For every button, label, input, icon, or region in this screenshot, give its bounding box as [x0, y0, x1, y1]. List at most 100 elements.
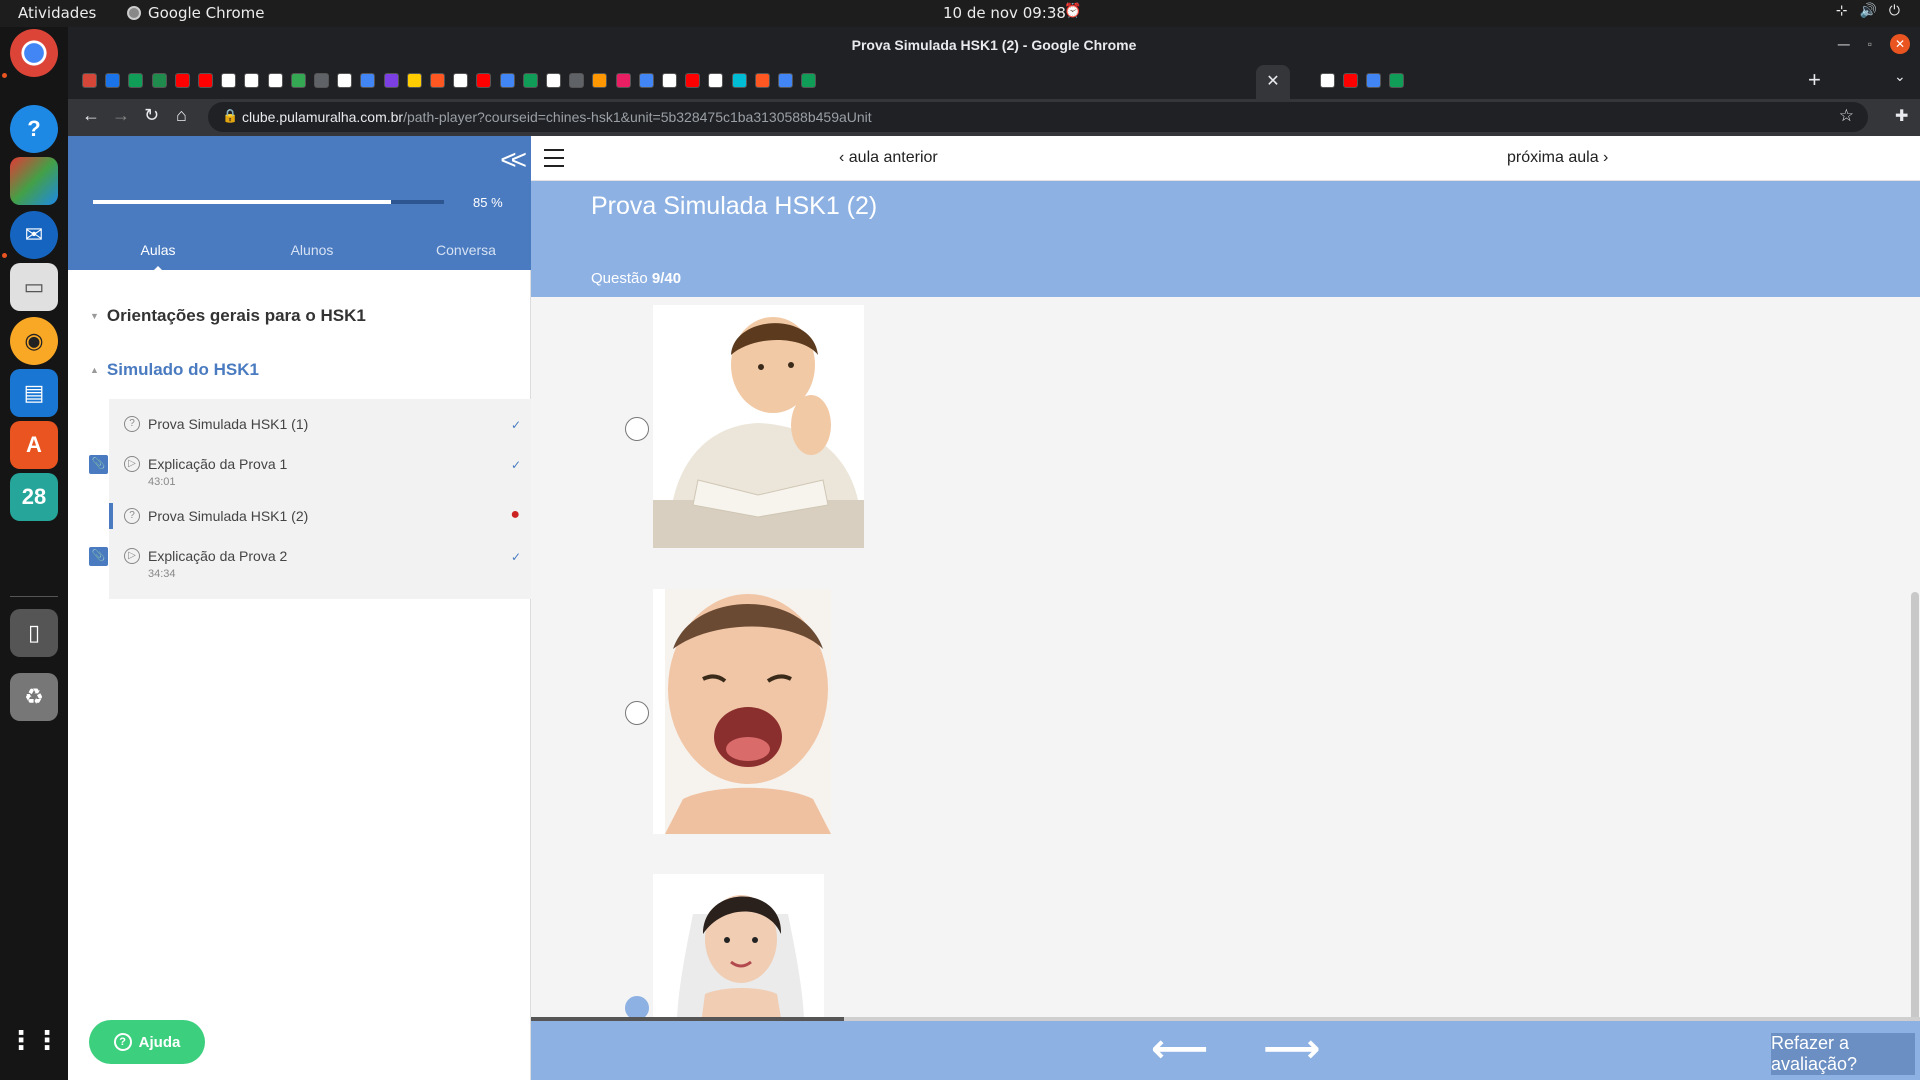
tab-aulas[interactable]: Aulas — [103, 242, 213, 272]
help-button[interactable]: ? Ajuda — [89, 1020, 205, 1064]
reload-icon[interactable]: ↻ — [144, 105, 159, 126]
tab-favicon[interactable] — [685, 73, 701, 88]
tab-favicon[interactable] — [592, 73, 608, 88]
next-lesson-link[interactable]: próxima aula › — [1507, 149, 1608, 167]
tab-favicon[interactable] — [801, 73, 817, 88]
home-icon[interactable]: ⌂ — [176, 105, 187, 126]
removable-drive-icon[interactable]: ▯ — [10, 609, 58, 657]
activities-button[interactable]: Atividades — [18, 4, 96, 22]
tab-search-icon[interactable]: ⌄ — [1894, 68, 1906, 85]
tab-favicon[interactable] — [546, 73, 561, 88]
window-title: Prova Simulada HSK1 (2) - Google Chrome — [851, 37, 1137, 53]
tab-favicon[interactable] — [82, 73, 97, 88]
redo-assessment-button[interactable]: Refazer a avaliação? — [1771, 1033, 1915, 1075]
extensions-icon[interactable]: ✚ — [1895, 106, 1908, 126]
tab-favicon[interactable] — [453, 73, 469, 88]
tab-favicon[interactable] — [198, 73, 213, 88]
tab-favicon[interactable] — [128, 73, 144, 88]
minimize-icon[interactable]: — — [1838, 37, 1850, 51]
tab-favicon[interactable] — [708, 73, 724, 88]
previous-question-icon[interactable]: ⟵ — [1151, 1029, 1208, 1069]
tab-favicon[interactable] — [476, 73, 492, 88]
address-bar[interactable]: 🔒 clube.pulamuralha.com.br/path-player?c… — [208, 102, 1868, 132]
section-simulado[interactable]: ▲ Simulado do HSK1 — [90, 360, 259, 380]
hamburger-menu-icon[interactable] — [544, 149, 564, 173]
active-tab-close-icon[interactable]: ✕ — [1256, 65, 1290, 99]
attachment-icon[interactable]: 📎 — [89, 547, 108, 566]
tab-favicon[interactable] — [731, 73, 747, 88]
tab-favicon[interactable] — [522, 73, 538, 88]
lesson-item[interactable]: ▷ Explicação da Prova 1 43:01 ✓ — [109, 448, 531, 492]
app-center-icon[interactable]: A — [10, 421, 58, 469]
tab-favicon[interactable] — [1343, 73, 1358, 88]
tab-favicon[interactable] — [337, 73, 353, 88]
maximize-icon[interactable]: ▫ — [1868, 37, 1872, 51]
tab-favicon[interactable] — [314, 73, 329, 88]
files-icon[interactable]: ▭ — [10, 263, 58, 311]
tab-favicon[interactable] — [406, 73, 422, 88]
system-tray[interactable]: ⊹ 🔊 ⏻ — [1836, 3, 1900, 19]
app-grid-icon[interactable]: ⋮⋮ — [8, 1016, 60, 1064]
answer-radio[interactable] — [625, 701, 649, 725]
question-counter: Questão 9/40 — [591, 270, 682, 287]
tab-favicon[interactable] — [1389, 73, 1404, 88]
help-icon[interactable]: ? — [10, 105, 58, 153]
attachment-icon[interactable]: 📎 — [89, 455, 108, 474]
tab-favicon[interactable] — [499, 73, 515, 88]
tab-favicon[interactable] — [244, 73, 260, 88]
section-orientacoes[interactable]: ▼ Orientações gerais para o HSK1 — [90, 306, 366, 326]
tab-favicon[interactable] — [267, 73, 283, 88]
tab-favicon[interactable] — [430, 73, 445, 88]
new-tab-icon[interactable]: + — [1808, 67, 1821, 93]
collapse-sidebar-icon[interactable]: << — [500, 144, 527, 176]
lesson-title: Prova Simulada HSK1 (2) — [148, 508, 309, 524]
lesson-done-check-icon: ✓ — [510, 458, 521, 472]
tab-favicon[interactable] — [638, 73, 654, 88]
os-top-bar: Atividades Google Chrome 10 de nov 09:38… — [0, 0, 1920, 27]
content-scrollbar[interactable] — [1910, 297, 1920, 1042]
tab-favicon[interactable] — [290, 73, 306, 88]
tab-alunos[interactable]: Alunos — [257, 242, 367, 258]
answer-radio-selected[interactable] — [625, 996, 649, 1017]
writer-icon[interactable]: ▤ — [10, 369, 58, 417]
close-window-icon[interactable]: ✕ — [1890, 34, 1910, 54]
next-question-icon[interactable]: ⟶ — [1263, 1029, 1320, 1069]
clock[interactable]: 10 de nov 09:38 — [943, 4, 1066, 22]
tab-favicon[interactable] — [1320, 73, 1335, 88]
tab-favicon[interactable] — [383, 73, 399, 88]
lesson-item[interactable]: ? Prova Simulada HSK1 (1) ✓ — [109, 408, 531, 452]
back-icon[interactable]: ← — [82, 105, 100, 126]
tab-favicon[interactable] — [615, 73, 631, 88]
answer-radio[interactable] — [625, 417, 649, 441]
forward-icon[interactable]: → — [112, 105, 130, 126]
tab-favicon[interactable] — [151, 73, 167, 88]
tab-favicon[interactable] — [360, 73, 376, 88]
prev-lesson-link[interactable]: ‹ aula anterior — [839, 149, 938, 167]
chrome-icon[interactable] — [10, 29, 58, 77]
bride-photo — [653, 874, 824, 1017]
tab-favicon[interactable] — [221, 73, 237, 88]
play-circle-icon: ▷ — [124, 456, 140, 472]
tab-favicon[interactable] — [105, 73, 121, 88]
lesson-item-current[interactable]: ? Prova Simulada HSK1 (2) ● — [109, 500, 531, 544]
lesson-item[interactable]: ▷ Explicação da Prova 2 34:34 ✓ — [109, 540, 531, 584]
cube-app-icon[interactable] — [10, 157, 58, 205]
scrollbar-thumb[interactable] — [1911, 592, 1919, 1042]
lesson-nav-bar: ‹ aula anterior próxima aula › — [531, 136, 1920, 181]
tab-favicon[interactable] — [778, 73, 793, 88]
tab-favicon[interactable] — [174, 73, 190, 88]
bookmark-star-icon[interactable]: ☆ — [1839, 106, 1854, 126]
tab-favicon[interactable] — [1366, 73, 1381, 88]
tab-favicon[interactable] — [754, 73, 770, 88]
quiz-bottom-bar: ⟵ ⟶ Refazer a avaliação? — [531, 1021, 1920, 1080]
thunderbird-icon[interactable]: ✉ — [10, 211, 58, 259]
calendar-icon[interactable]: 28 — [10, 473, 58, 521]
caret-down-icon: ▼ — [90, 311, 99, 321]
app-menu[interactable]: Google Chrome — [127, 4, 265, 22]
tab-favicon[interactable] — [662, 73, 677, 88]
tab-favicon[interactable] — [569, 73, 585, 88]
rhythmbox-icon[interactable]: ◉ — [10, 317, 58, 365]
trash-icon[interactable]: ♻ — [10, 673, 58, 721]
tab-conversa[interactable]: Conversa — [411, 242, 521, 258]
power-icon: ⏻ — [1888, 3, 1900, 19]
